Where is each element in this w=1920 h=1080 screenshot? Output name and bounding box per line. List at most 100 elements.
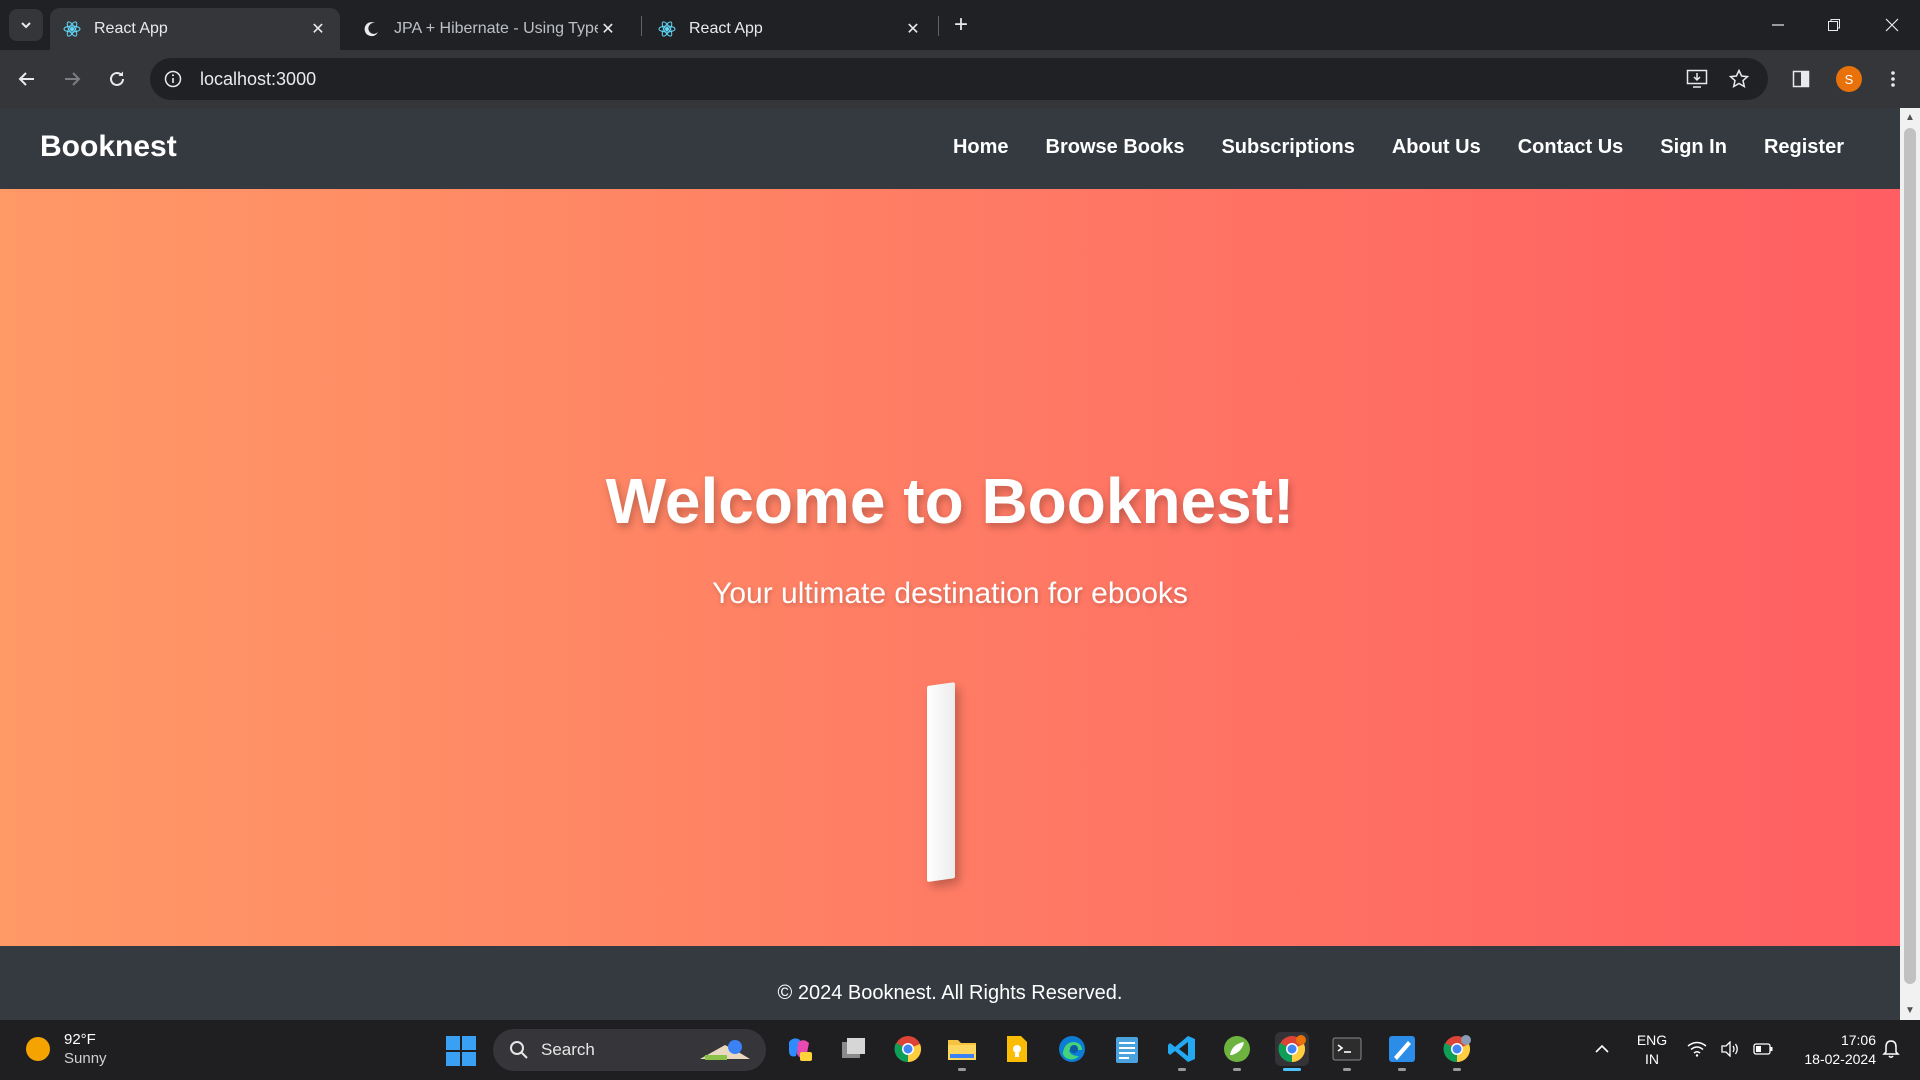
- tab-title: React App: [94, 20, 168, 37]
- taskbar-search[interactable]: Search: [493, 1029, 766, 1071]
- nav-links: Home Browse Books Subscriptions About Us…: [953, 136, 1844, 159]
- chrome-icon[interactable]: [891, 1032, 925, 1066]
- nav-contact-us[interactable]: Contact Us: [1518, 136, 1624, 159]
- react-icon: [62, 19, 82, 39]
- tab-react-app-1[interactable]: React App ✕: [50, 8, 340, 50]
- search-icon: [510, 1041, 528, 1059]
- tab-separator: [938, 16, 939, 36]
- chrome-profile-icon[interactable]: [1275, 1032, 1309, 1071]
- site-footer: © 2024 Booknest. All Rights Reserved.: [0, 946, 1900, 1020]
- tab-jpa-hibernate[interactable]: JPA + Hibernate - Using TypedQ ✕: [350, 8, 630, 50]
- language-label: ENG: [1636, 1032, 1668, 1048]
- nav-browse-books[interactable]: Browse Books: [1046, 136, 1185, 159]
- nav-sign-in[interactable]: Sign In: [1660, 136, 1727, 159]
- moon-icon: [362, 19, 382, 39]
- clock-time: 17:06: [1840, 1032, 1876, 1048]
- vscode-icon[interactable]: [1165, 1032, 1199, 1071]
- task-view-icon[interactable]: [837, 1032, 871, 1066]
- weather-desc: Sunny: [64, 1050, 107, 1067]
- wifi-icon: [1687, 1041, 1707, 1057]
- close-tab-icon[interactable]: ✕: [903, 19, 923, 39]
- arrow-right-icon: [65, 72, 81, 86]
- nav-home[interactable]: Home: [953, 136, 1009, 159]
- scroll-up-icon[interactable]: ▲: [1904, 111, 1916, 123]
- close-tab-icon[interactable]: ✕: [598, 19, 618, 39]
- side-panel-button[interactable]: [1784, 62, 1818, 96]
- region-label: IN: [1645, 1051, 1659, 1067]
- show-hidden-icons-button[interactable]: [1585, 1032, 1619, 1066]
- running-indicator: [1398, 1068, 1406, 1071]
- running-indicator: [958, 1068, 966, 1071]
- notifications-button[interactable]: [1878, 1032, 1904, 1066]
- weather-temp: 92°F: [64, 1031, 96, 1048]
- restore-icon: [1828, 19, 1840, 31]
- running-indicator: [1233, 1068, 1241, 1071]
- running-indicator: [1178, 1068, 1186, 1071]
- close-window-button[interactable]: [1864, 0, 1920, 50]
- new-tab-button[interactable]: +: [948, 11, 974, 38]
- weather-widget[interactable]: 92°F Sunny: [26, 1030, 107, 1068]
- tab-search-button[interactable]: [9, 9, 43, 41]
- scroll-thumb[interactable]: [1904, 128, 1916, 984]
- page-viewport: Booknest Home Browse Books Subscriptions…: [0, 108, 1900, 1020]
- paint-icon[interactable]: [1385, 1032, 1419, 1071]
- copilot-icon[interactable]: [782, 1032, 816, 1066]
- bookmark-star-icon[interactable]: [1728, 68, 1750, 90]
- volume-icon: [1721, 1041, 1738, 1057]
- close-icon: [1885, 18, 1899, 32]
- chevron-up-icon: [1595, 1044, 1609, 1053]
- tab-title: JPA + Hibernate - Using TypedQ: [394, 20, 598, 37]
- react-icon: [657, 19, 677, 39]
- bell-icon: [1882, 1040, 1900, 1058]
- install-app-icon[interactable]: [1686, 68, 1708, 90]
- minimize-button[interactable]: [1750, 0, 1806, 50]
- sun-icon: [26, 1037, 50, 1061]
- running-indicator: [1343, 1068, 1351, 1071]
- site-info-icon[interactable]: [162, 68, 184, 90]
- nav-register[interactable]: Register: [1764, 136, 1844, 159]
- scroll-down-icon[interactable]: ▼: [1904, 1004, 1916, 1016]
- page-scrollbar[interactable]: ▲ ▼: [1900, 108, 1920, 1020]
- windows-taskbar: 92°F Sunny Search ENG IN 17:06 18-02-202…: [0, 1020, 1920, 1080]
- menu-button[interactable]: [1876, 62, 1910, 96]
- site-navbar: Booknest Home Browse Books Subscriptions…: [0, 108, 1900, 189]
- reload-button[interactable]: [100, 62, 134, 96]
- book-animation: [927, 682, 955, 882]
- minimize-icon: [1772, 24, 1784, 26]
- kebab-menu-icon: [1891, 71, 1895, 87]
- hero-section: Welcome to Booknest! Your ultimate desti…: [0, 189, 1900, 946]
- keep-icon[interactable]: [1000, 1032, 1034, 1066]
- file-explorer-icon[interactable]: [945, 1032, 979, 1071]
- chrome-profile-p-icon[interactable]: [1440, 1032, 1474, 1071]
- close-tab-icon[interactable]: ✕: [308, 19, 328, 39]
- restore-button[interactable]: [1806, 0, 1862, 50]
- tab-title: React App: [689, 20, 763, 37]
- nav-about-us[interactable]: About Us: [1392, 136, 1481, 159]
- arrow-left-icon: [18, 72, 34, 86]
- clock-date: 18-02-2024: [1804, 1051, 1876, 1067]
- tab-react-app-2[interactable]: React App ✕: [645, 8, 935, 50]
- address-bar[interactable]: localhost:3000: [150, 58, 1768, 100]
- windows-start-icon[interactable]: [446, 1036, 476, 1066]
- clock[interactable]: 17:06 18-02-2024: [1784, 1031, 1876, 1069]
- nav-subscriptions[interactable]: Subscriptions: [1221, 136, 1354, 159]
- running-indicator: [1453, 1068, 1461, 1071]
- footer-text: © 2024 Booknest. All Rights Reserved.: [777, 982, 1123, 1004]
- system-tray-status[interactable]: [1680, 1032, 1780, 1066]
- language-indicator[interactable]: ENG IN: [1630, 1031, 1674, 1069]
- brand-logo[interactable]: Booknest: [40, 130, 177, 164]
- edge-icon[interactable]: [1055, 1032, 1089, 1066]
- profile-avatar[interactable]: S: [1836, 66, 1862, 92]
- back-button[interactable]: [10, 62, 44, 96]
- forward-button[interactable]: [55, 62, 89, 96]
- spring-icon[interactable]: [1220, 1032, 1254, 1071]
- notepad-icon[interactable]: [1110, 1032, 1144, 1066]
- browser-tab-bar: React App ✕ JPA + Hibernate - Using Type…: [0, 0, 1920, 50]
- battery-icon: [1753, 1043, 1773, 1055]
- terminal-icon[interactable]: [1330, 1032, 1364, 1071]
- search-label: Search: [541, 1040, 595, 1059]
- browser-toolbar: localhost:3000 S: [0, 50, 1920, 108]
- side-panel-icon: [1792, 70, 1810, 88]
- tab-separator: [641, 16, 642, 36]
- url-text: localhost:3000: [200, 68, 317, 89]
